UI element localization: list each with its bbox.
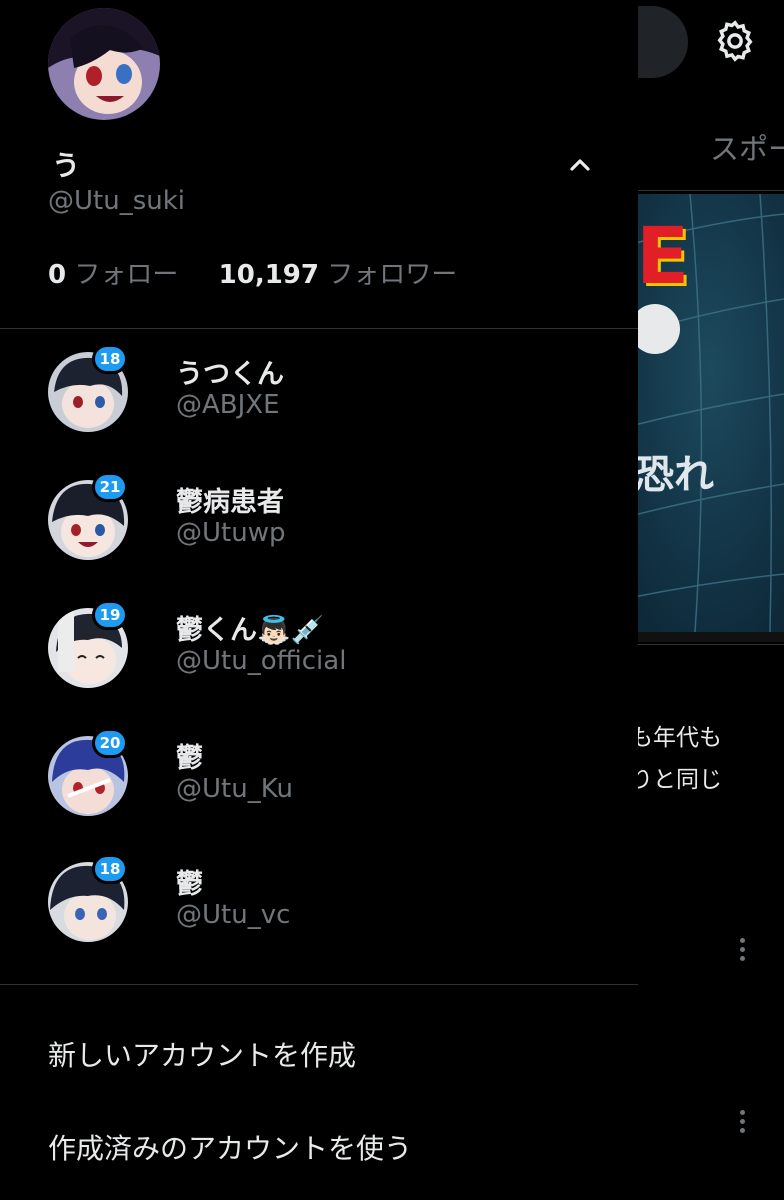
banner-caption: 恐れ: [634, 452, 714, 498]
followers-link[interactable]: 10,197 フォロワー: [219, 254, 458, 291]
account-handle: @Utu_vc: [176, 900, 291, 930]
banner-headline: E: [636, 212, 690, 302]
profile-handle: @Utu_suki: [48, 186, 186, 216]
account-item[interactable]: 20 鬱 @Utu_Ku: [0, 716, 638, 840]
followers-label: フォロワー: [327, 260, 458, 290]
account-name: 鬱: [176, 869, 203, 900]
create-account-button[interactable]: 新しいアカウントを作成: [48, 1034, 356, 1074]
followers-count: 10,197: [218, 260, 319, 290]
following-link[interactable]: 0 フォロー: [48, 254, 178, 291]
notification-badge: 18: [92, 344, 128, 374]
account-handle: @Utuwp: [176, 518, 286, 548]
account-drawer: う @Utu_suki 0 フォロー 10,197 フォロワー 18 うつくん …: [0, 0, 638, 1200]
notification-badge: 18: [92, 854, 128, 884]
account-item[interactable]: 18 鬱 @Utu_vc: [0, 842, 638, 966]
account-item[interactable]: 19 鬱くん👼🏻💉 @Utu_official: [0, 588, 638, 712]
following-label: フォロー: [74, 260, 179, 290]
tweet-text-line: も年代も: [630, 725, 722, 751]
divider: [0, 984, 638, 985]
notification-badge: 21: [92, 472, 128, 502]
use-existing-account-button[interactable]: 作成済みのアカウントを使う: [48, 1127, 412, 1167]
divider: [0, 328, 638, 329]
gear-icon[interactable]: [712, 18, 758, 64]
account-handle: @ABJXE: [176, 390, 280, 420]
account-handle: @Utu_Ku: [176, 774, 293, 804]
tab-sports[interactable]: スポー: [710, 126, 784, 168]
more-icon[interactable]: [740, 1110, 748, 1137]
account-handle: @Utu_official: [176, 646, 347, 676]
following-count: 0: [48, 260, 67, 290]
account-name: うつくん: [176, 359, 284, 390]
profile-name: う: [52, 149, 81, 182]
account-item[interactable]: 18 うつくん @ABJXE: [0, 332, 638, 456]
account-name: 鬱: [176, 743, 203, 774]
chevron-up-icon[interactable]: [560, 144, 600, 184]
account-item[interactable]: 21 鬱病患者 @Utuwp: [0, 460, 638, 584]
notification-badge: 19: [92, 600, 128, 630]
avatar[interactable]: [48, 8, 160, 120]
more-icon[interactable]: [740, 938, 748, 965]
account-name: 鬱くん👼🏻💉: [176, 615, 325, 646]
tweet-text-line: りと同じ: [630, 767, 722, 793]
notification-badge: 20: [92, 728, 128, 758]
follow-stats: 0 フォロー 10,197 フォロワー: [48, 254, 457, 291]
account-name: 鬱病患者: [176, 487, 284, 518]
